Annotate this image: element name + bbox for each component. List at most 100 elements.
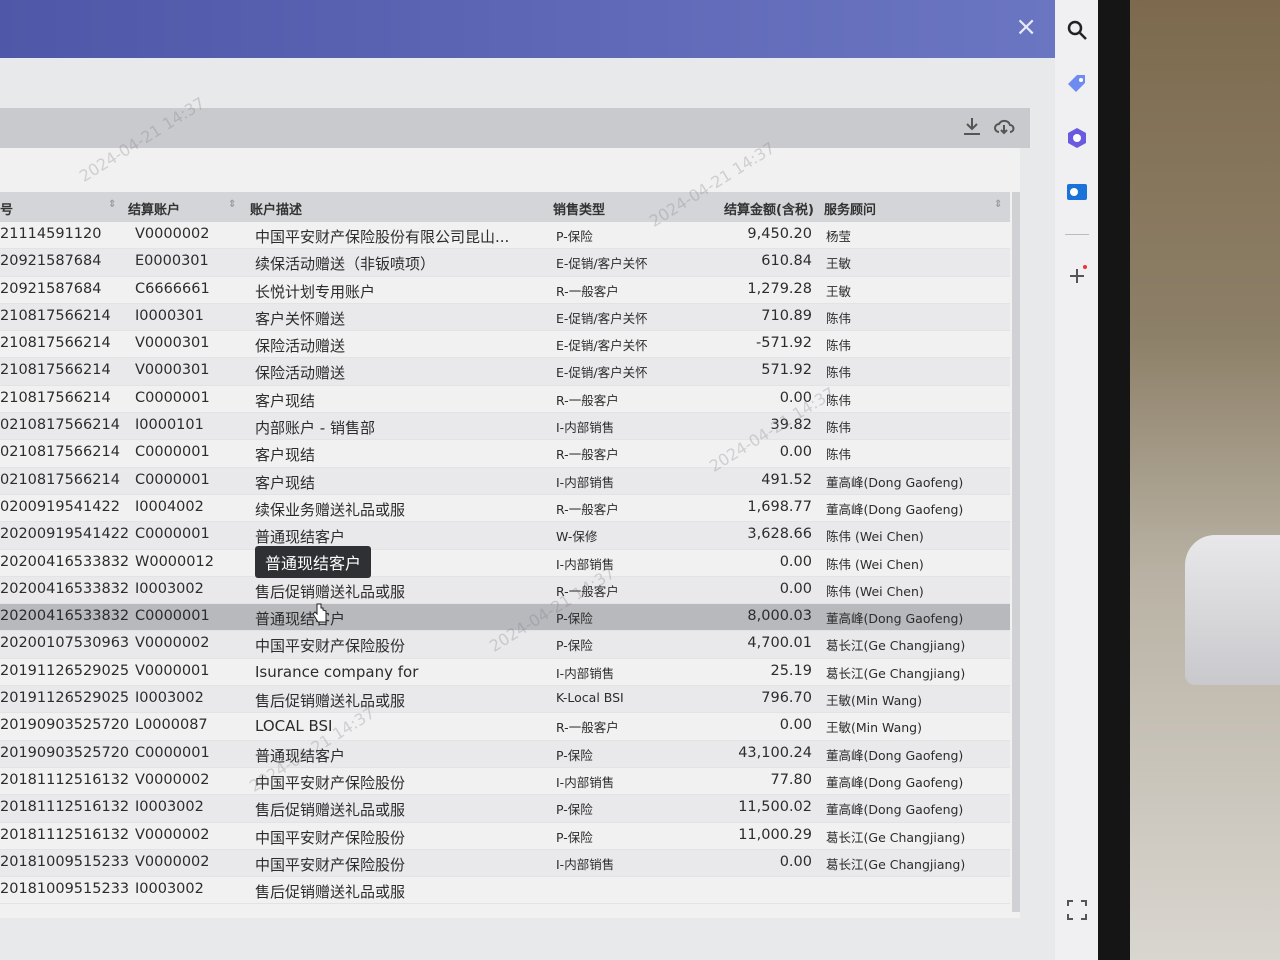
cloud-download-icon[interactable] (992, 114, 1016, 138)
cell-amount: 610.84 (761, 253, 812, 270)
col-header-advisor[interactable]: 服务顾问 (824, 199, 876, 218)
cell-type: K-Local BSI (556, 690, 624, 706)
table-row[interactable]: 210817566214 C0000001 客户现结 R-一般客户 0.00 陈伟 (0, 386, 1010, 414)
cell-amount: 0.00 (779, 853, 812, 870)
cell-acct: C0000001 (135, 471, 210, 488)
table-row[interactable]: 20200919541422 C0000001 普通现结客户 W-保修 3,628.66… (0, 522, 1010, 550)
cell-desc: 客户现结 (255, 473, 316, 492)
cell-acct: V0000001 (135, 662, 210, 679)
cell-amount: 8,000.03 (747, 608, 812, 625)
cell-type: R-一般客户 (556, 501, 619, 517)
cell-id: 0210817566214 (0, 444, 120, 461)
cell-acct: I0000101 (135, 417, 204, 434)
cell-desc: 普通现结客户 (255, 610, 346, 629)
cell-acct: W0000012 (135, 553, 214, 570)
cell-amount: 710.89 (761, 307, 812, 324)
table-row[interactable]: 210817566214 V0000301 保险活动赠送 E-促销/客户关怀 571.9… (0, 358, 1010, 386)
table-row[interactable]: 21114591120 V0000002 中国平安财产保险股份有限公司昆山... P-… (0, 222, 1010, 250)
cell-id: 20181112516132 (0, 799, 130, 816)
hand-cursor-icon (312, 603, 327, 623)
cell-amount: 491.52 (761, 471, 812, 488)
cell-id: 20190903525720 (0, 744, 130, 761)
cell-advisor: 陈伟 (826, 310, 852, 326)
cell-id: 20191126529025 (0, 662, 130, 679)
cell-desc: 续保活动赠送（非钣喷项） (255, 255, 436, 274)
table-row[interactable]: 20181112516132 I0003002 售后促销赠送礼品或服 P-保险 11,5… (0, 795, 1010, 823)
cell-acct: C0000001 (135, 444, 210, 461)
cell-acct: C0000001 (135, 389, 210, 406)
cell-type: E-促销/客户关怀 (556, 338, 648, 354)
table-row[interactable]: 20190903525720 C0000001 普通现结客户 P-保险 43,100.2… (0, 740, 1010, 768)
add-icon[interactable] (1065, 264, 1089, 288)
cell-desc: 保险活动赠送 (255, 337, 346, 356)
table-row[interactable]: 0210817566214 I0000101 内部账户 - 销售部 I-内部销售 39.… (0, 413, 1010, 441)
cell-advisor: 陈伟 (826, 338, 852, 354)
cell-desc: 中国平安财产保险股份有限公司昆山... (255, 228, 510, 246)
cell-advisor: 杨莹 (826, 229, 852, 244)
col-header-type[interactable]: 销售类型 (553, 199, 605, 218)
table-row[interactable]: 20181112516132 V0000002 中国平安财产保险股份 I-内部销售 77… (0, 768, 1010, 796)
cell-amount: 77.80 (770, 771, 812, 788)
sort-icon[interactable]: ⇕ (228, 199, 236, 210)
cell-desc: 长悦计划专用账户 (255, 282, 376, 301)
col-header-acct[interactable]: 结算账户 (128, 199, 180, 218)
sort-icon[interactable]: ⇕ (994, 199, 1002, 210)
table-row[interactable]: 210817566214 V0000301 保险活动赠送 E-促销/客户关怀 -571.… (0, 331, 1010, 359)
cell-amount: 4,700.01 (747, 635, 812, 652)
cell-id: 0210817566214 (0, 417, 120, 434)
download-icon[interactable] (960, 114, 984, 138)
cell-acct: I0003002 (135, 580, 204, 597)
table-row[interactable]: 210817566214 I0000301 客户关怀赠送 E-促销/客户关怀 710.8… (0, 303, 1010, 332)
cell-type: P-保险 (556, 229, 593, 244)
cell-desc: 保险活动赠送 (255, 364, 346, 383)
table-row[interactable]: 0210817566214 C0000001 客户现结 I-内部销售 491.52 董高峰… (0, 467, 1010, 495)
cell-acct: I0003002 (135, 799, 204, 816)
cell-id: 210817566214 (0, 389, 111, 406)
cell-advisor: 陈伟 (Wei Chen) (826, 556, 924, 572)
cell-desc: 内部账户 - 销售部 (255, 419, 375, 438)
cell-type: E-促销/客户关怀 (556, 256, 648, 272)
cell-advisor: 葛长江(Ge Changjiang) (826, 665, 966, 681)
cell-advisor: 葛长江(Ge Changjiang) (826, 829, 966, 845)
cell-type: I-内部销售 (556, 856, 615, 872)
sort-icon[interactable]: ⇕ (108, 199, 116, 210)
cell-acct: V0000002 (135, 635, 210, 652)
table-row[interactable]: 20921587684 E0000301 续保活动赠送（非钣喷项） E-促销/客户关怀… (0, 249, 1010, 277)
cell-id: 20200416533832 (0, 580, 130, 597)
cell-advisor: 董高峰(Dong Gaofeng) (826, 747, 964, 763)
table-row[interactable]: 20181009515233 V0000002 中国平安财产保险股份 I-内部销售 0.… (0, 849, 1010, 878)
table-row[interactable]: 0200919541422 I0004002 续保业务赠送礼品或服 R-一般客户 1,6… (0, 495, 1010, 523)
screenshot-icon[interactable] (1065, 898, 1089, 922)
cell-amount: 0.00 (779, 553, 812, 570)
cell-id: 20191126529025 (0, 690, 130, 707)
table-row[interactable]: 20181112516132 V0000002 中国平安财产保险股份 P-保险 11,0… (0, 823, 1010, 850)
outlook-icon[interactable] (1065, 180, 1089, 204)
table-row[interactable]: 20200416533832W0000012（保修申请）I-内部销售0.00陈伟… (0, 550, 1010, 577)
table-row[interactable]: 0210817566214 C0000001 客户现结 R-一般客户 0.00 陈伟 (0, 440, 1010, 468)
col-header-id[interactable]: 号 (0, 199, 13, 218)
col-header-amount[interactable]: 结算金额(含税) (724, 199, 814, 218)
cell-type: E-促销/客户关怀 (556, 365, 648, 381)
cell-advisor: 陈伟 (Wei Chen) (826, 583, 924, 599)
col-header-desc[interactable]: 账户描述 (250, 199, 302, 218)
table-row[interactable]: 20200416533832 I0003002 售后促销赠送礼品或服 R-一般客户 0.… (0, 576, 1010, 605)
table-row[interactable]: 20191126529025 V0000001 Isurance company f… (0, 659, 1010, 687)
cell-id: 210817566214 (0, 335, 111, 352)
cell-desc: Isurance company for (255, 662, 419, 681)
screen: × 号 ⇕ 结算账户 ⇕ 账户描述 销售类型 结算金额(含税) 服务顾问 ⇕ 2… (0, 0, 1098, 960)
cell-advisor: 董高峰(Dong Gaofeng) (826, 774, 964, 790)
cell-acct: V0000002 (135, 826, 210, 843)
cell-amount: 11,500.02 (738, 799, 812, 816)
cell-id: 20181112516132 (0, 826, 130, 843)
tag-icon[interactable] (1065, 72, 1089, 96)
table-row[interactable]: 20181009515233 I0003002 售后促销赠送礼品或服 (0, 877, 1010, 905)
cell-desc: 售后促销赠送礼品或服 (255, 801, 406, 820)
close-button[interactable]: × (1015, 14, 1037, 40)
table-row[interactable]: 20191126529025 I0003002 售后促销赠送礼品或服 K-Local … (0, 686, 1010, 714)
copilot-icon[interactable] (1065, 126, 1089, 150)
table-row[interactable]: 20921587684 C6666661 长悦计划专用账户 R-一般客户 1,279.2… (0, 277, 1010, 304)
scrollbar[interactable] (1012, 192, 1020, 912)
cell-id: 20200919541422 (0, 526, 130, 543)
search-icon[interactable] (1065, 18, 1089, 42)
table-row[interactable]: 20190903525720 L0000087 LOCAL BSI R-一般客户 0.0… (0, 713, 1010, 741)
